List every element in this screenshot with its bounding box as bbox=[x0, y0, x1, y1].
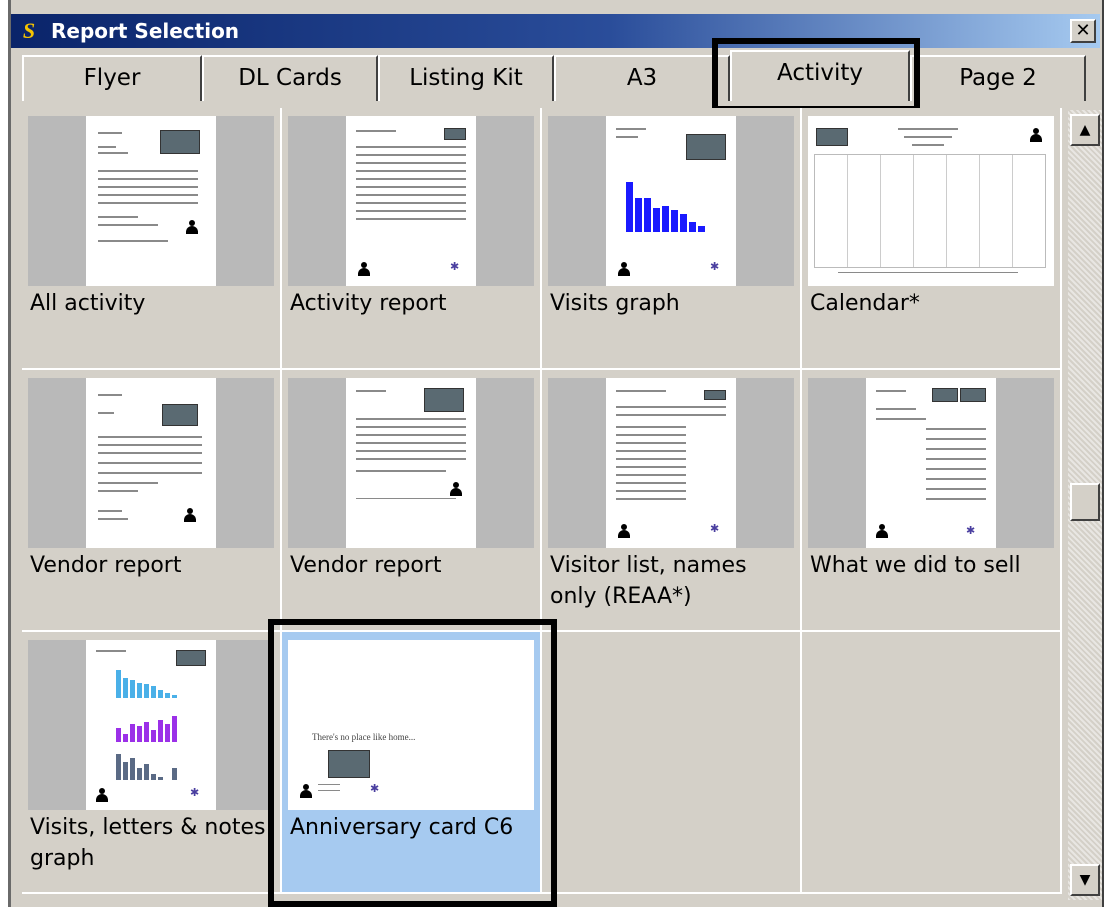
card-icon: There's no place like home... ✱ bbox=[288, 640, 534, 810]
close-button[interactable]: ✕ bbox=[1070, 19, 1096, 43]
report-label: Visits, letters & notes graph bbox=[30, 815, 266, 871]
multi-bar-graph-icon: ✱ bbox=[86, 640, 216, 810]
report-tile-visits-graph[interactable]: ✱ Visits graph bbox=[542, 108, 802, 370]
visits-bar-chart bbox=[626, 182, 716, 232]
calendar-icon bbox=[808, 116, 1054, 286]
scroll-up-button[interactable]: ▲ bbox=[1070, 114, 1100, 146]
tab-strip: Flyer DL Cards Listing Kit A3 Activity P… bbox=[22, 50, 1086, 101]
report-tile-all-activity[interactable]: All activity bbox=[22, 108, 282, 370]
report-tile-anniversary-card[interactable]: There's no place like home... ✱ Annivers… bbox=[282, 632, 542, 894]
document-icon bbox=[86, 116, 216, 286]
list-document-icon: ✱ bbox=[606, 378, 736, 548]
report-tile-activity-report[interactable]: ✱ Activity report bbox=[282, 108, 542, 370]
report-grid: All activity ✱ Activity report ✱ Visits … bbox=[22, 108, 1064, 900]
list-document-icon: ✱ bbox=[866, 378, 996, 548]
report-tile-what-we-did-to-sell[interactable]: ✱ What we did to sell bbox=[802, 370, 1062, 632]
document-icon bbox=[346, 378, 476, 548]
report-label: All activity bbox=[30, 291, 146, 316]
scroll-down-button[interactable]: ▼ bbox=[1070, 864, 1100, 896]
report-tile-visitor-list[interactable]: ✱ Visitor list, names only (REAA*) bbox=[542, 370, 802, 632]
tab-flyer[interactable]: Flyer bbox=[22, 55, 202, 101]
card-greeting-text: There's no place like home... bbox=[312, 732, 416, 742]
document-icon bbox=[86, 378, 216, 548]
tab-a3[interactable]: A3 bbox=[554, 55, 730, 101]
report-tile-visits-letters-notes-graph[interactable]: ✱ Visits, letters & notes graph bbox=[22, 632, 282, 894]
report-label: Vendor report bbox=[290, 553, 442, 578]
empty-tile bbox=[542, 632, 802, 894]
tab-dl-cards[interactable]: DL Cards bbox=[202, 55, 378, 101]
window-title: Report Selection bbox=[51, 19, 240, 43]
report-label: Visits graph bbox=[550, 291, 680, 316]
table-document-icon: ✱ bbox=[346, 116, 476, 286]
report-tile-calendar[interactable]: Calendar* bbox=[802, 108, 1062, 370]
title-bar[interactable]: S Report Selection ✕ bbox=[11, 14, 1100, 48]
tab-activity[interactable]: Activity bbox=[730, 50, 910, 101]
report-label: Activity report bbox=[290, 291, 447, 316]
scroll-thumb[interactable] bbox=[1070, 483, 1100, 521]
report-tile-vendor-report-2[interactable]: Vendor report bbox=[282, 370, 542, 632]
report-label: What we did to sell bbox=[810, 553, 1021, 578]
tab-listing-kit[interactable]: Listing Kit bbox=[378, 55, 554, 101]
report-label: Calendar* bbox=[810, 291, 920, 316]
report-label: Anniversary card C6 bbox=[290, 815, 514, 840]
tab-page-2[interactable]: Page 2 bbox=[910, 55, 1086, 101]
report-label: Vendor report bbox=[30, 553, 182, 578]
report-label: Visitor list, names only (REAA*) bbox=[550, 553, 747, 609]
vertical-scrollbar[interactable]: ▲ ▼ bbox=[1068, 110, 1102, 900]
app-logo-icon: S bbox=[22, 18, 36, 43]
empty-tile bbox=[802, 632, 1062, 894]
report-tile-vendor-report[interactable]: Vendor report bbox=[22, 370, 282, 632]
bar-graph-icon: ✱ bbox=[606, 116, 736, 286]
